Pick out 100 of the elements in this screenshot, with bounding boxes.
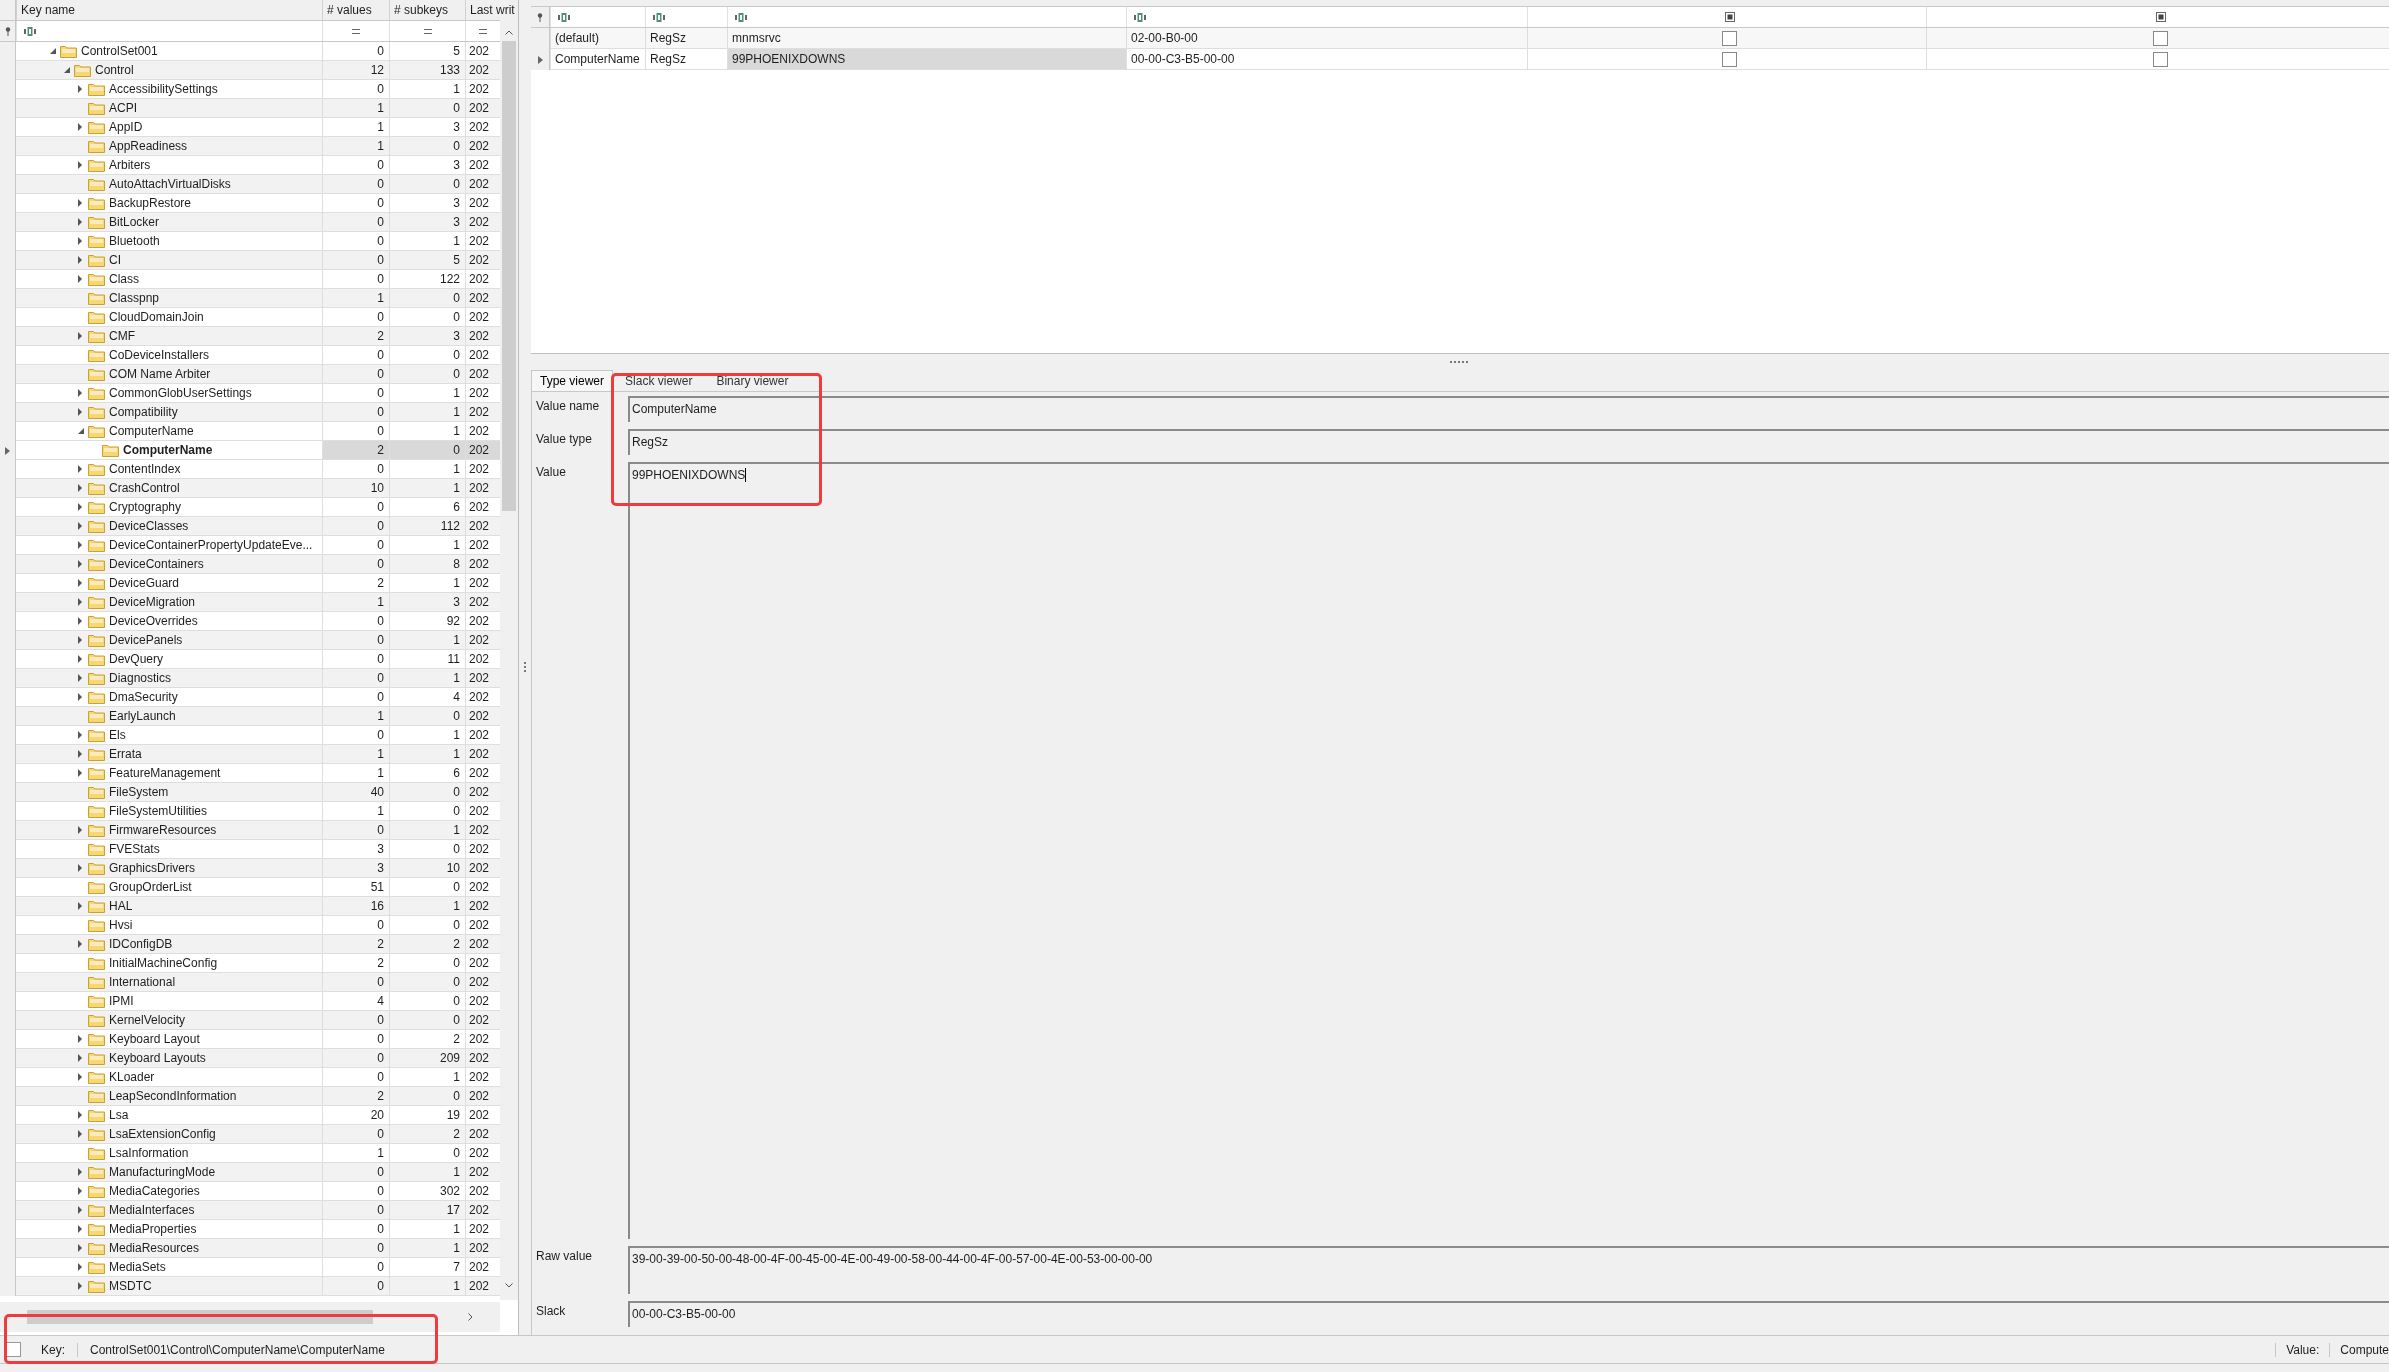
tree-row[interactable]: Errata 1 1 202 xyxy=(0,745,500,764)
expand-arrow-icon[interactable] xyxy=(78,275,82,283)
expand-arrow-icon[interactable] xyxy=(78,826,82,834)
expand-arrow-icon[interactable] xyxy=(78,199,82,207)
viewer-tab[interactable]: Slack viewer xyxy=(613,372,705,391)
expand-arrow-icon[interactable] xyxy=(78,1035,82,1043)
expand-arrow-icon[interactable] xyxy=(78,1073,82,1081)
expand-arrow-icon[interactable] xyxy=(78,1244,82,1252)
tree-row[interactable]: Diagnostics 0 1 202 xyxy=(0,669,500,688)
expand-arrow-icon[interactable] xyxy=(78,161,82,169)
tree-row[interactable]: FileSystem 40 0 202 xyxy=(0,783,500,802)
tree-row[interactable]: GroupOrderList 51 0 202 xyxy=(0,878,500,897)
tree-row[interactable]: MediaInterfaces 0 17 202 xyxy=(0,1201,500,1220)
expand-arrow-icon[interactable] xyxy=(78,1206,82,1214)
tree-row[interactable]: ACPI 1 0 202 xyxy=(0,99,500,118)
value-row[interactable]: ComputerName RegSz 99PHOENIXDOWNS 00-00-C3-B5-00-00 xyxy=(531,49,2389,70)
tree-row[interactable]: DeviceMigration 1 3 202 xyxy=(0,593,500,612)
viewer-tab[interactable]: Type viewer xyxy=(531,370,614,391)
tree-row[interactable]: Control 12 133 202 xyxy=(0,61,500,80)
expand-arrow-icon[interactable] xyxy=(78,541,82,549)
expand-arrow-icon[interactable] xyxy=(78,731,82,739)
expand-arrow-icon[interactable] xyxy=(78,598,82,606)
tree-row[interactable]: Compatibility 0 1 202 xyxy=(0,403,500,422)
expand-arrow-icon[interactable] xyxy=(78,1111,82,1119)
equals-icon[interactable] xyxy=(423,28,432,34)
expand-arrow-icon[interactable] xyxy=(78,636,82,644)
tree-row[interactable]: LeapSecondInformation 2 0 202 xyxy=(0,1087,500,1106)
tree-row[interactable]: MediaProperties 0 1 202 xyxy=(0,1220,500,1239)
expand-arrow-icon[interactable] xyxy=(78,503,82,511)
text-filter-icon[interactable] xyxy=(557,12,571,22)
expand-arrow-icon[interactable] xyxy=(78,693,82,701)
expand-arrow-icon[interactable] xyxy=(78,674,82,682)
tree-row[interactable]: DeviceGuard 2 1 202 xyxy=(0,574,500,593)
column-header[interactable]: # subkeys xyxy=(389,0,465,20)
tree-row[interactable]: Class 0 122 202 xyxy=(0,270,500,289)
collapse-arrow-icon[interactable] xyxy=(64,67,70,73)
scroll-thumb[interactable] xyxy=(502,41,516,511)
expand-arrow-icon[interactable] xyxy=(78,560,82,568)
tree-row[interactable]: AccessibilitySettings 0 1 202 xyxy=(0,80,500,99)
tree-row[interactable]: AutoAttachVirtualDisks 0 0 202 xyxy=(0,175,500,194)
expand-arrow-icon[interactable] xyxy=(78,123,82,131)
tree-row[interactable]: KernelVelocity 0 0 202 xyxy=(0,1011,500,1030)
reallocated-checkbox[interactable] xyxy=(2152,30,2168,46)
tree-row[interactable]: HAL 16 1 202 xyxy=(0,897,500,916)
tree-row[interactable]: DeviceOverrides 0 92 202 xyxy=(0,612,500,631)
tree-row[interactable]: CrashControl 10 1 202 xyxy=(0,479,500,498)
value-field[interactable]: 00-00-C3-B5-00-00 xyxy=(628,1301,2389,1327)
expand-arrow-icon[interactable] xyxy=(78,1225,82,1233)
tree-row[interactable]: MediaCategories 0 302 202 xyxy=(0,1182,500,1201)
viewer-tab[interactable]: Binary viewer xyxy=(704,372,801,391)
tree-row[interactable]: CoDeviceInstallers 0 0 202 xyxy=(0,346,500,365)
tree-row[interactable]: ControlSet001 0 5 202 xyxy=(0,42,500,61)
tree-row[interactable]: InitialMachineConfig 2 0 202 xyxy=(0,954,500,973)
value-field[interactable]: 39-00-39-00-50-00-48-00-4F-00-45-00-4E-00-49-00-58-00-44-00-4F-00-57-00-4E-00-53-00-00-00 xyxy=(628,1246,2389,1294)
tree-row[interactable]: EarlyLaunch 1 0 202 xyxy=(0,707,500,726)
expand-arrow-icon[interactable] xyxy=(78,769,82,777)
expand-arrow-icon[interactable] xyxy=(78,1168,82,1176)
deleted-checkbox[interactable] xyxy=(1721,51,1737,67)
tree-row[interactable]: LsaExtensionConfig 0 2 202 xyxy=(0,1125,500,1144)
tree-row[interactable]: FileSystemUtilities 1 0 202 xyxy=(0,802,500,821)
tree-row[interactable]: DeviceClasses 0 112 202 xyxy=(0,517,500,536)
tree-row[interactable]: Bluetooth 0 1 202 xyxy=(0,232,500,251)
checkbox-filter-icon[interactable] xyxy=(2156,12,2166,22)
expand-arrow-icon[interactable] xyxy=(78,218,82,226)
expand-arrow-icon[interactable] xyxy=(78,655,82,663)
value-row[interactable]: (default) RegSz mnmsrvc 02-00-B0-00 xyxy=(531,28,2389,49)
expand-arrow-icon[interactable] xyxy=(78,85,82,93)
expand-arrow-icon[interactable] xyxy=(78,1282,82,1290)
tree-row[interactable]: Keyboard Layout 0 2 202 xyxy=(0,1030,500,1049)
text-filter-icon[interactable] xyxy=(1133,12,1147,22)
equals-icon[interactable] xyxy=(479,28,487,34)
value-field[interactable]: 99PHOENIXDOWNS xyxy=(628,462,2389,1239)
expand-arrow-icon[interactable] xyxy=(78,864,82,872)
expand-arrow-icon[interactable] xyxy=(78,484,82,492)
tree-row[interactable]: IPMI 4 0 202 xyxy=(0,992,500,1011)
expand-arrow-icon[interactable] xyxy=(78,256,82,264)
tree-row[interactable]: MSDTC 0 1 202 xyxy=(0,1277,500,1296)
value-field[interactable]: ComputerName xyxy=(628,396,2389,422)
column-header[interactable]: Key name xyxy=(16,0,322,20)
text-filter-icon[interactable] xyxy=(652,12,666,22)
tree-row[interactable]: AppID 1 3 202 xyxy=(0,118,500,137)
tree-row[interactable]: DeviceContainers 0 8 202 xyxy=(0,555,500,574)
expand-arrow-icon[interactable] xyxy=(78,750,82,758)
collapse-arrow-icon[interactable] xyxy=(50,48,56,54)
tree-row[interactable]: Classpnp 1 0 202 xyxy=(0,289,500,308)
text-filter-icon[interactable] xyxy=(23,26,37,36)
expand-arrow-icon[interactable] xyxy=(78,237,82,245)
expand-arrow-icon[interactable] xyxy=(78,1130,82,1138)
tree-row[interactable]: LsaInformation 1 0 202 xyxy=(0,1144,500,1163)
scroll-up-icon[interactable] xyxy=(505,30,513,35)
tree-row[interactable]: International 0 0 202 xyxy=(0,973,500,992)
expand-arrow-icon[interactable] xyxy=(78,465,82,473)
tree-row[interactable]: KLoader 0 1 202 xyxy=(0,1068,500,1087)
expand-arrow-icon[interactable] xyxy=(78,940,82,948)
expand-arrow-icon[interactable] xyxy=(78,1187,82,1195)
text-filter-icon[interactable] xyxy=(734,12,748,22)
equals-icon[interactable] xyxy=(352,28,360,34)
expand-arrow-icon[interactable] xyxy=(78,522,82,530)
tree-row[interactable]: BitLocker 0 3 202 xyxy=(0,213,500,232)
tree-row[interactable]: BackupRestore 0 3 202 xyxy=(0,194,500,213)
